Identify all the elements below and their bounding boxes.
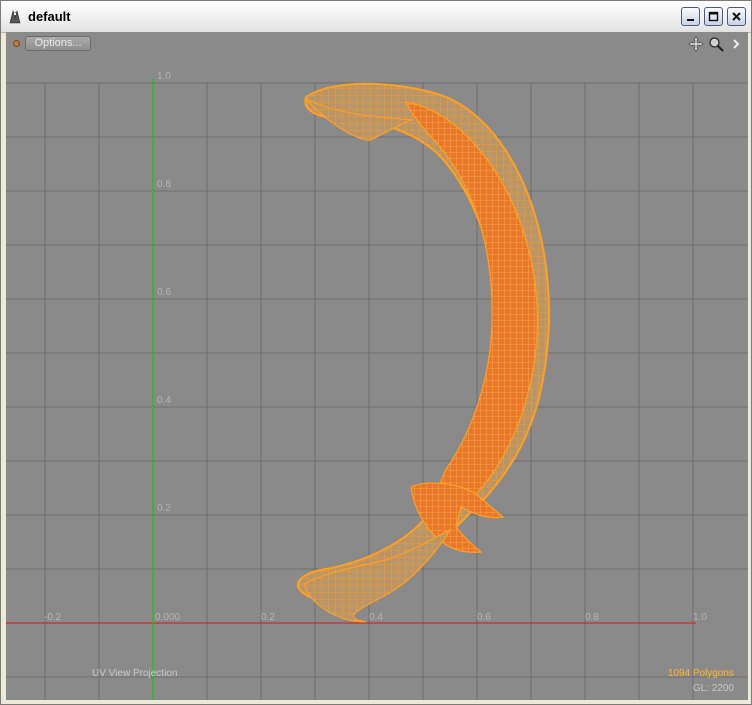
zoom-icon[interactable]: [708, 36, 724, 52]
u-tick-label: 0.8: [585, 612, 599, 623]
maximize-button[interactable]: [704, 7, 723, 26]
gl-info: GL: 2200: [692, 683, 734, 694]
uv-canvas[interactable]: -0.2 0.000 0.2 0.4 0.6 0.8 1.0 0.2 0.4 0…: [6, 32, 748, 700]
u-tick-label: 1.0: [693, 612, 707, 623]
close-button[interactable]: [727, 7, 746, 26]
close-icon: [732, 12, 741, 21]
title-bar[interactable]: default: [1, 1, 751, 33]
polygon-count: 1094 Polygons: [667, 668, 734, 679]
v-tick-label: 0.8: [157, 179, 171, 190]
u-tick-label: 0.2: [261, 612, 275, 623]
uv-editor-window: default -0.2 0.000 0.2 0.4 0.6 0.8 1.0 0…: [0, 0, 752, 705]
options-indicator-icon: [13, 40, 20, 47]
app-icon: [7, 9, 23, 25]
v-tick-label: 0.4: [157, 395, 171, 406]
v-tick-label: 0.6: [157, 287, 171, 298]
u-tick-label: -0.2: [44, 612, 62, 623]
v-tick-label: 1.0: [157, 71, 171, 82]
arrow-right-icon[interactable]: [728, 36, 744, 52]
uv-viewport[interactable]: -0.2 0.000 0.2 0.4 0.6 0.8 1.0 0.2 0.4 0…: [6, 32, 748, 700]
u-tick-label: 0.6: [477, 612, 491, 623]
view-mode-label: UV View Projection: [92, 668, 178, 679]
v-tick-label: 0.2: [157, 503, 171, 514]
minimize-button[interactable]: [681, 7, 700, 26]
maximize-icon: [708, 11, 719, 22]
u-tick-label: 0.000: [155, 612, 180, 623]
window-title: default: [28, 9, 71, 24]
options-button[interactable]: Options...: [25, 36, 91, 51]
pan-icon[interactable]: [688, 36, 704, 52]
u-tick-label: 0.4: [369, 612, 383, 623]
uv-grid: [6, 82, 748, 700]
minimize-icon: [687, 19, 694, 21]
